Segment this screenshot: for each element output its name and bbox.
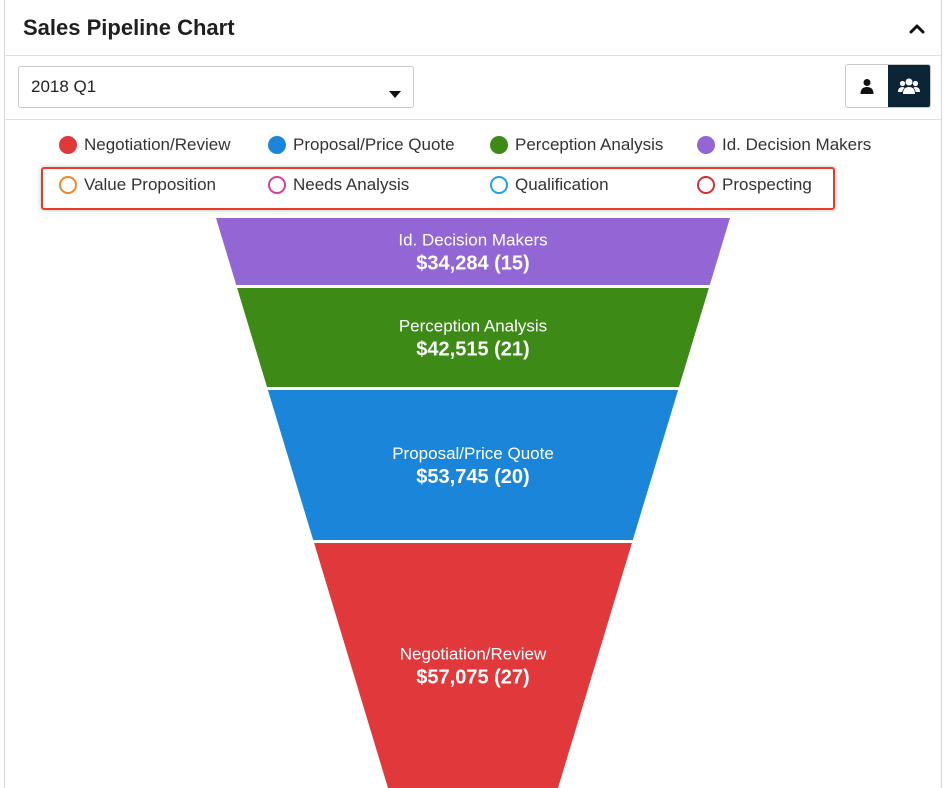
funnel-segment[interactable] (237, 288, 709, 387)
funnel-segment-value: $42,515 (21) (416, 339, 529, 361)
funnel-segment-value: $57,075 (27) (416, 667, 529, 689)
funnel-chart: Id. Decision Makers $34,284 (15) Perceptio… (216, 218, 730, 788)
funnel-segment-name: Perception Analysis (399, 317, 547, 336)
funnel-segment-name: Id. Decision Makers (398, 231, 547, 250)
funnel-segment-name: Negotiation/Review (400, 645, 547, 664)
funnel-segment-name: Proposal/Price Quote (392, 444, 554, 463)
funnel-segment-value: $53,745 (20) (416, 466, 529, 488)
funnel-segment[interactable] (267, 390, 679, 540)
funnel-segment[interactable] (314, 543, 632, 788)
funnel-segment[interactable] (216, 218, 730, 285)
funnel-segment-value: $34,284 (15) (416, 253, 529, 275)
